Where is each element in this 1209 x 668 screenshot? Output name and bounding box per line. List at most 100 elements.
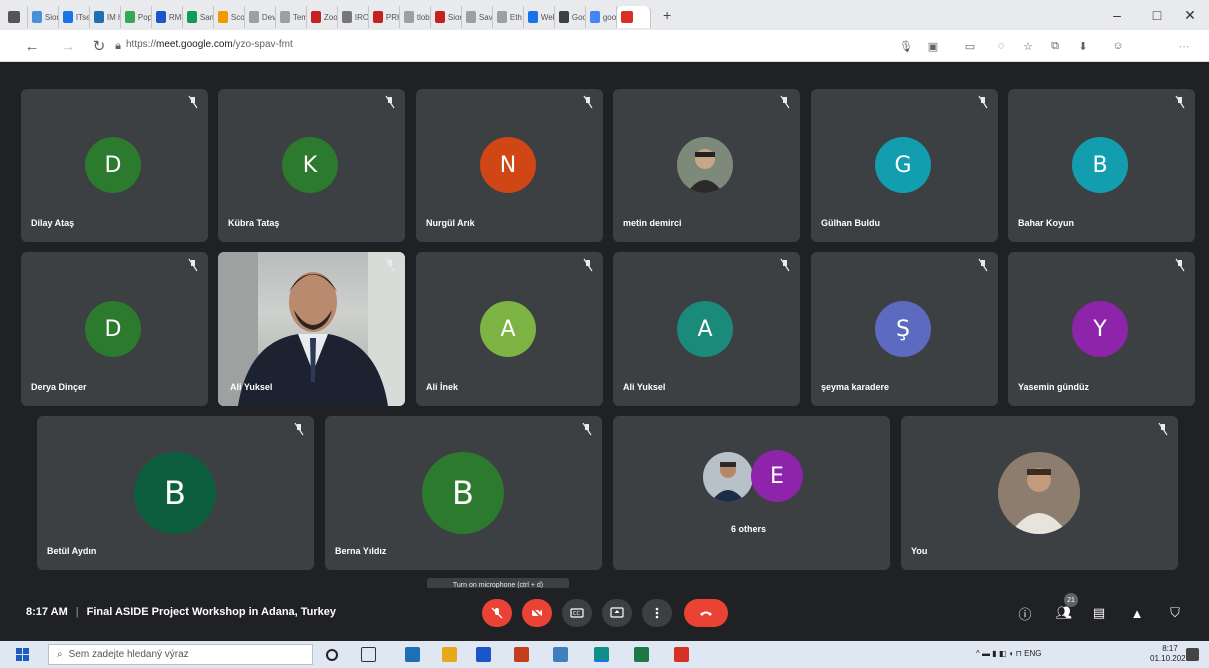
participant-tile[interactable]: A Ali İnek: [416, 252, 603, 406]
browser-tab[interactable]: Save: [462, 6, 493, 28]
participant-tile[interactable]: A Ali Yuksel: [613, 252, 800, 406]
leave-call-button[interactable]: [684, 599, 728, 627]
browser-tab[interactable]: tlob: [400, 6, 431, 28]
browser-tab[interactable]: PRH: [369, 6, 400, 28]
browser-tab[interactable]: Sion: [431, 6, 462, 28]
forward-arrow-icon[interactable]: →: [58, 36, 78, 56]
system-tray-icons[interactable]: ^ ▬ ▮ ◧ ◖ ⊓ ENG: [976, 649, 1041, 658]
clock[interactable]: 8:17 01.10.2021: [1150, 644, 1190, 664]
browser-tab[interactable]: IRO: [338, 6, 369, 28]
browser-tab[interactable]: [617, 6, 651, 28]
cast-icon[interactable]: ▭: [962, 38, 978, 54]
browser-tab[interactable]: Zoo: [307, 6, 338, 28]
camera-toggle-button[interactable]: [522, 599, 552, 627]
clock-date: 01.10.2021: [1150, 654, 1191, 663]
participant-tile[interactable]: B Betül Aydın: [37, 416, 314, 570]
participant-tile[interactable]: B Berna Yıldız: [325, 416, 602, 570]
avatar: B: [134, 452, 216, 534]
participant-tile[interactable]: G Gülhan Buldu: [811, 89, 998, 242]
minimize-button[interactable]: –: [1097, 0, 1137, 30]
captions-button[interactable]: CC: [562, 599, 592, 627]
participant-tile[interactable]: D Derya Dinçer: [21, 252, 208, 406]
url-path: /yzo-spav-fmt: [232, 39, 293, 50]
present-screen-button[interactable]: [602, 599, 632, 627]
store-icon[interactable]: [405, 647, 420, 662]
tab-title: Scop: [230, 12, 244, 22]
collections-icon[interactable]: ⧉: [1047, 38, 1063, 54]
browser-tab[interactable]: IM h: [90, 6, 121, 28]
tab-favicon: [466, 11, 476, 23]
powerpoint-icon[interactable]: [514, 647, 529, 662]
browser-tab[interactable]: RMS: [152, 6, 183, 28]
task-view-icon[interactable]: [361, 647, 376, 662]
more-options-button[interactable]: [642, 599, 672, 627]
file-explorer-icon[interactable]: [442, 647, 457, 662]
browser-tab[interactable]: Goo: [555, 6, 586, 28]
meeting-details-icon[interactable]: ⓘ: [1016, 604, 1034, 622]
participant-name: Ali Yuksel: [230, 382, 273, 392]
browser-tab[interactable]: ITse: [59, 6, 90, 28]
svg-text:CC: CC: [573, 611, 580, 617]
browser-tab[interactable]: Web: [524, 6, 555, 28]
participant-name: şeyma karadere: [821, 382, 890, 392]
browser-tab[interactable]: Pop: [121, 6, 152, 28]
participant-name: Kübra Tataş: [228, 218, 280, 228]
participant-video-tile[interactable]: Ali Yuksel: [218, 252, 405, 406]
new-tab-button[interactable]: +: [663, 7, 671, 23]
mic-muted-icon: [978, 258, 988, 272]
self-tile[interactable]: You: [901, 416, 1178, 570]
notifications-icon[interactable]: [1186, 648, 1199, 661]
browser-tab[interactable]: goo: [586, 6, 617, 28]
browser-tab[interactable]: Tem: [276, 6, 307, 28]
browser-tab[interactable]: Scop: [214, 6, 245, 28]
close-window-button[interactable]: ✕: [1170, 0, 1209, 30]
cortana-icon[interactable]: [326, 649, 338, 661]
hang-up-icon: [700, 611, 712, 616]
host-controls-icon[interactable]: ⛉: [1166, 604, 1184, 622]
participant-tile[interactable]: N Nurgül Arık: [416, 89, 603, 242]
start-windows-icon[interactable]: [16, 648, 29, 661]
back-arrow-icon[interactable]: ←: [22, 36, 42, 56]
edge-browser-icon[interactable]: [594, 647, 609, 662]
app-icon[interactable]: [553, 647, 568, 662]
browser-tab[interactable]: Sam: [183, 6, 214, 28]
browser-tab-strip: Sion ITse IM h Pop RMS Sam Scop Dev Tem Zoo IRO PRH…: [0, 0, 1209, 30]
avatar: G: [875, 137, 931, 193]
tab-title: IRO: [354, 12, 368, 22]
participant-tile[interactable]: Ş şeyma karadere: [811, 252, 998, 406]
participant-tile[interactable]: K Kübra Tataş: [218, 89, 405, 242]
lock-icon[interactable]: 🔒︎: [108, 36, 128, 56]
microphone-toggle-button[interactable]: [482, 599, 512, 627]
search-placeholder: Sem zadejte hledaný výraz: [68, 649, 189, 660]
activities-icon[interactable]: ▲: [1128, 604, 1146, 622]
menu-icon[interactable]: ⋯: [1176, 38, 1192, 54]
taskbar-search-input[interactable]: ⌕ Sem zadejte hledaný výraz: [48, 644, 313, 665]
url-host: meet.google.com: [156, 39, 233, 50]
browser-tab[interactable]: [4, 6, 28, 28]
favorite-star-icon[interactable]: ☆: [1020, 38, 1036, 54]
browser-tab[interactable]: Dev: [245, 6, 276, 28]
others-tile[interactable]: E 6 others: [613, 416, 890, 570]
url-prefix: https://: [126, 39, 157, 50]
participant-name: Betül Aydın: [47, 546, 97, 556]
participant-name: metin demirci: [623, 218, 682, 228]
participant-tile[interactable]: D Dilay Ataş: [21, 89, 208, 242]
reload-icon[interactable]: ↻: [89, 36, 109, 56]
participant-tile[interactable]: Y Yasemin gündüz: [1008, 252, 1195, 406]
acrobat-icon[interactable]: [674, 647, 689, 662]
word-icon[interactable]: [476, 647, 491, 662]
browser-tab[interactable]: Sion: [28, 6, 59, 28]
refresh-extension-icon[interactable]: ◌: [993, 38, 1009, 54]
microphone-permission-icon[interactable]: 🎙︎: [898, 38, 914, 54]
browser-tab[interactable]: Eth: [493, 6, 524, 28]
url-field[interactable]: https://meet.google.com/yzo-spav-fmt: [126, 39, 293, 50]
participant-tile[interactable]: metin demirci: [613, 89, 800, 242]
meeting-details[interactable]: 8:17 AM | Final ASIDE Project Workshop in …: [26, 606, 336, 618]
camera-permission-icon[interactable]: ▣: [925, 38, 941, 54]
excel-icon[interactable]: [634, 647, 649, 662]
extension-icon[interactable]: ⬇: [1075, 38, 1091, 54]
participant-tile[interactable]: B Bahar Koyun: [1008, 89, 1195, 242]
chat-icon[interactable]: ▤: [1090, 604, 1108, 622]
profile-avatar-icon[interactable]: ☺: [1110, 38, 1126, 54]
tab-favicon: [280, 11, 290, 23]
